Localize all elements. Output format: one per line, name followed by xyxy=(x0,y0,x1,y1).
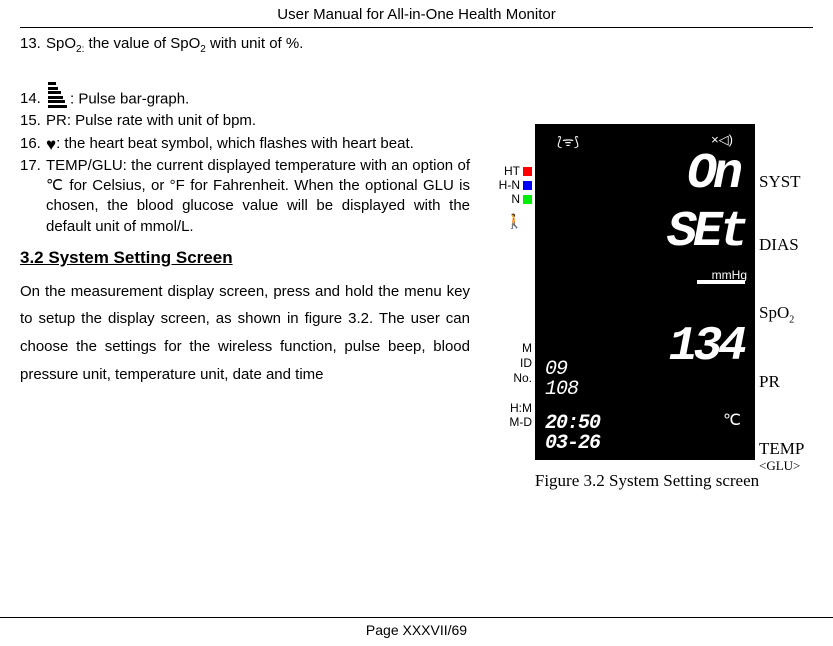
label-hm: H:M xyxy=(497,401,532,415)
section-paragraph: On the measurement display screen, press… xyxy=(20,278,470,389)
blue-square-icon xyxy=(523,181,532,190)
person-icon: 🚶 xyxy=(497,214,532,228)
list-number: 14. xyxy=(20,89,46,109)
label-pr: PR xyxy=(759,372,811,392)
label-n: N xyxy=(497,192,532,206)
screen-date: 03-26 xyxy=(545,432,600,455)
red-square-icon xyxy=(523,167,532,176)
screen-underline xyxy=(697,280,745,284)
device-right-labels: SYST DIAS SpO2 PR TEMP <GLU> xyxy=(755,124,811,472)
green-square-icon xyxy=(523,195,532,204)
bargraph-icon xyxy=(48,81,68,110)
content: 13. SpO2: the value of SpO2 with unit of… xyxy=(20,34,813,389)
label-dias: DIAS xyxy=(759,235,811,255)
heart-icon: ♥ xyxy=(46,139,56,151)
left-lower-labels: M ID No. xyxy=(497,341,532,386)
section-heading: 3.2 System Setting Screen xyxy=(20,247,470,270)
screen-deg-c: ℃ xyxy=(723,410,741,430)
label-m: M xyxy=(497,341,532,356)
text: the value of SpO xyxy=(84,35,200,52)
list-number: 13. xyxy=(20,34,46,57)
list-number: 17. xyxy=(20,156,46,237)
text: with unit of %. xyxy=(206,35,304,52)
screen-pr-value: 134 xyxy=(669,320,743,374)
list-text: PR: Pulse rate with unit of bpm. xyxy=(46,111,256,131)
text: : the heart beat symbol, which flashes w… xyxy=(56,135,414,152)
label-no: No. xyxy=(497,371,532,386)
wireless-icon: ⟅ᯤ⟆ xyxy=(557,132,579,150)
list-item-14: 14. : Pulse bar-graph. xyxy=(20,75,813,110)
text: SpO xyxy=(46,35,76,52)
label-hn: H-N xyxy=(497,178,532,192)
label-ht: HT xyxy=(497,164,532,178)
text: : Pulse bar-graph. xyxy=(70,90,189,107)
label-md: M-D xyxy=(497,415,532,429)
left-bottom-labels: H:M M-D xyxy=(497,401,532,429)
list-item-17: 17. TEMP/GLU: the current displayed temp… xyxy=(20,156,470,237)
list-item-13: 13. SpO2: the value of SpO2 with unit of… xyxy=(20,34,813,57)
label-id: ID xyxy=(497,356,532,371)
device-screen: ⟅ᯤ⟆ ×◁) On SEt mmHg 134 09 108 20:50 03-… xyxy=(535,124,755,460)
label-temp: TEMP xyxy=(759,439,811,459)
list-text: : Pulse bar-graph. xyxy=(46,75,189,110)
list-text: ♥: the heart beat symbol, which flashes … xyxy=(46,134,414,154)
list-number: 16. xyxy=(20,134,46,154)
label-syst: SYST xyxy=(759,172,811,192)
device-left-labels: HT H-N N 🚶 M ID No. H:M M-D xyxy=(497,124,535,472)
label-spo2: SpO2 xyxy=(759,303,811,325)
list-number: 15. xyxy=(20,111,46,131)
list-text: SpO2: the value of SpO2 with unit of %. xyxy=(46,34,303,57)
screen-no-value: 108 xyxy=(545,378,578,401)
device-image: HT H-N N 🚶 M ID No. H:M M-D ⟅ᯤ⟆ ×◁) xyxy=(481,124,813,472)
figure-3-2: HT H-N N 🚶 M ID No. H:M M-D ⟅ᯤ⟆ ×◁) xyxy=(481,124,813,491)
screen-set: SEt xyxy=(667,204,745,261)
figure-caption: Figure 3.2 System Setting screen xyxy=(481,471,813,491)
page-footer: Page XXXVII/69 xyxy=(0,617,833,638)
label-glu: <GLU> xyxy=(759,459,811,472)
screen-on: On xyxy=(687,146,739,203)
list-text: TEMP/GLU: the current displayed temperat… xyxy=(46,156,470,237)
document-header: User Manual for All-in-One Health Monito… xyxy=(20,0,813,28)
